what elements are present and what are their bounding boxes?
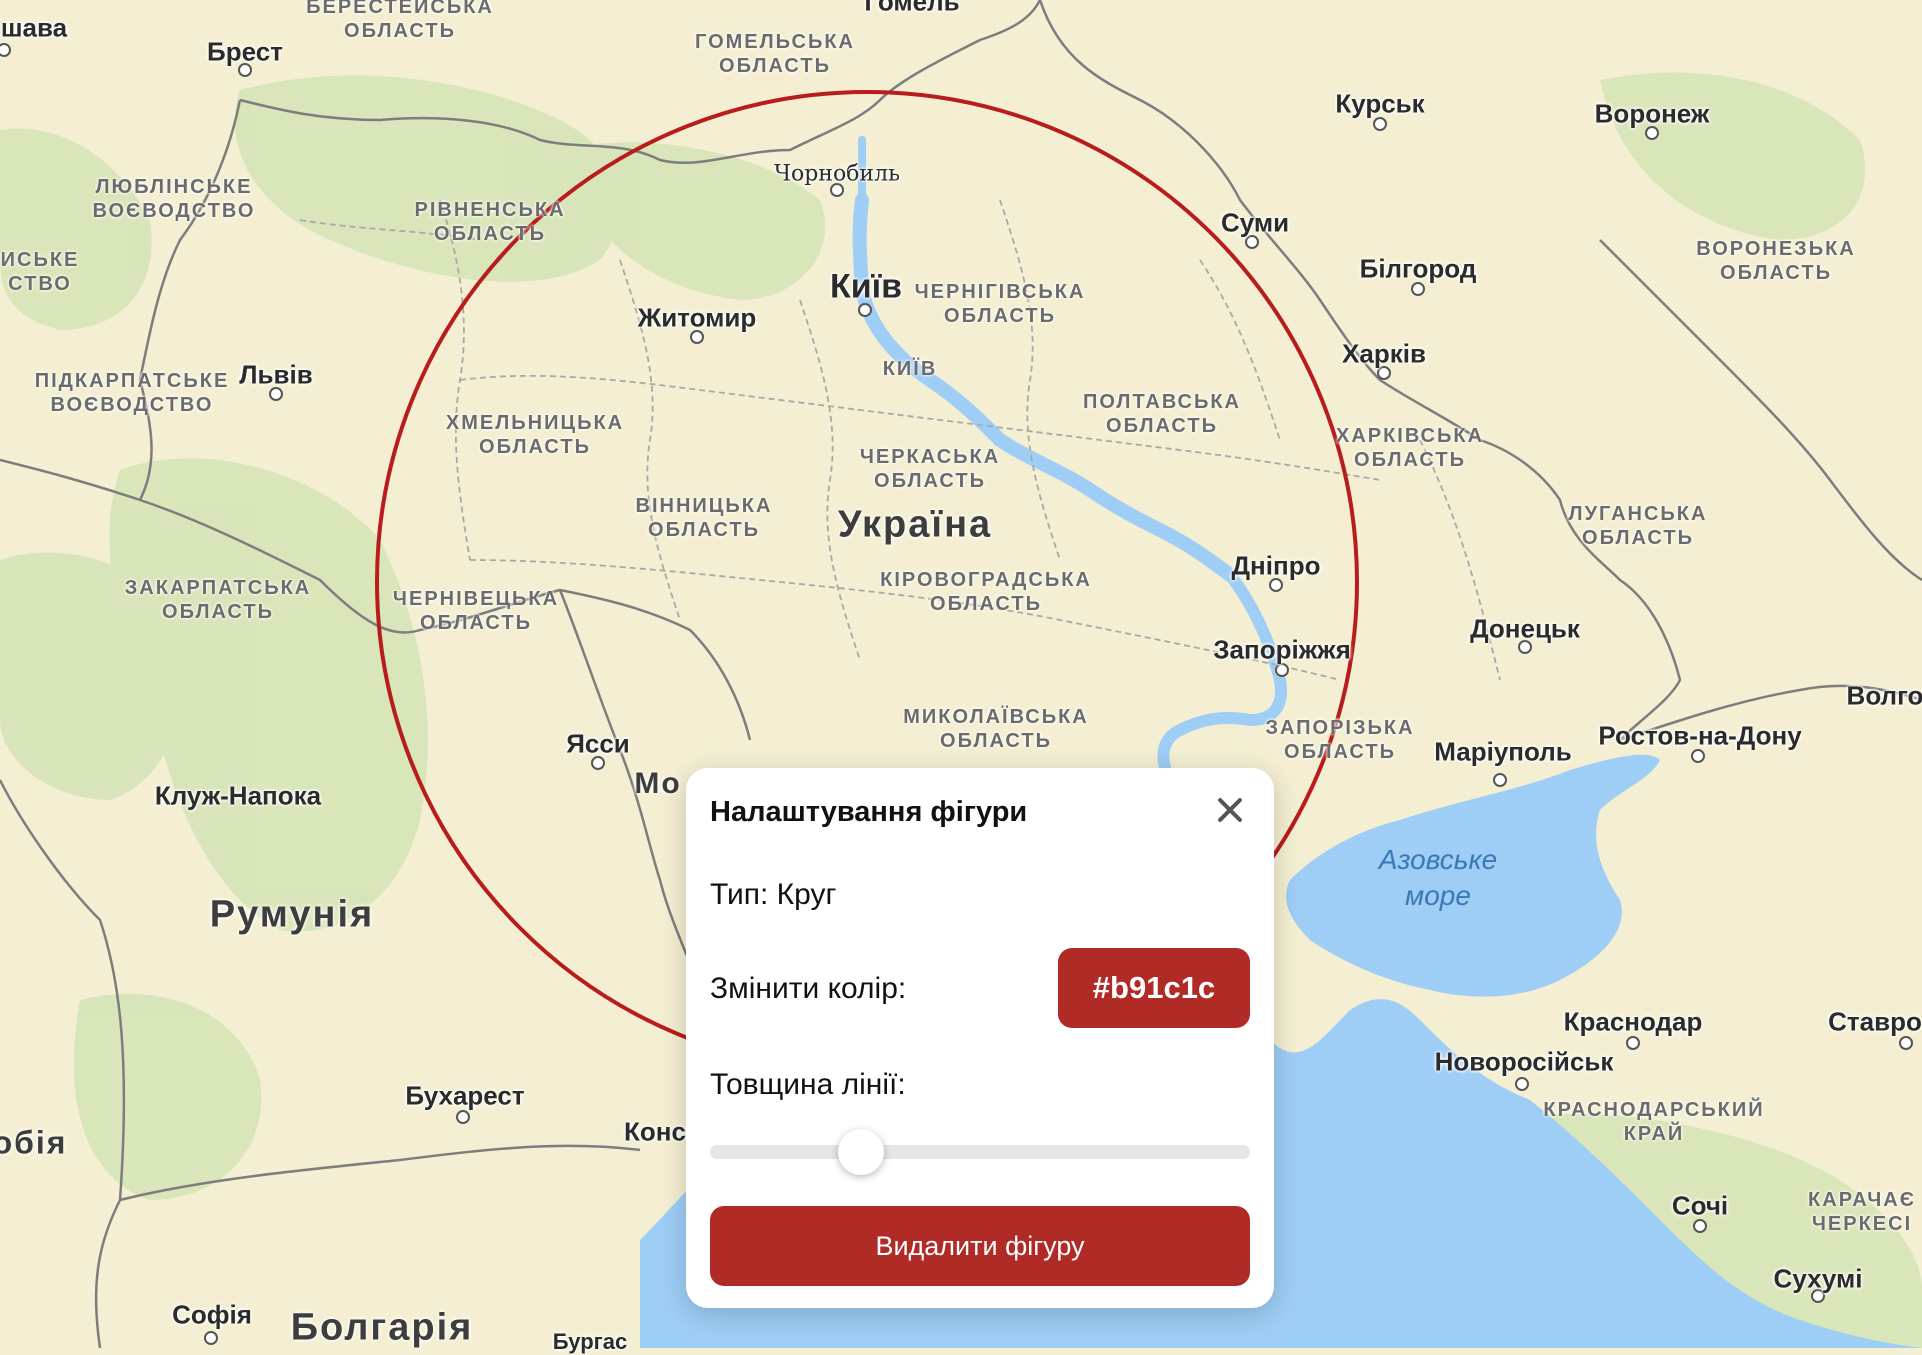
region-label-luhansk: ЛУГАНСЬКА ОБЛАСТЬ bbox=[1568, 503, 1708, 549]
region-label-vinnytsia: ВІННИЦЬКА ОБЛАСТЬ bbox=[635, 495, 773, 541]
city-label-voronezh: Воронеж bbox=[1594, 98, 1710, 129]
region-label-voronezh-oblast: ВОРОНЕЗЬКА ОБЛАСТЬ bbox=[1696, 238, 1856, 284]
slider-track[interactable] bbox=[710, 1145, 1250, 1159]
city-label-mariupol: Маріуполь bbox=[1434, 736, 1572, 767]
region-label-khmelnytskyi: ХМЕЛЬНИЦЬКА ОБЛАСТЬ bbox=[445, 412, 625, 458]
shape-settings-popup: Налаштування фігури Тип: Круг Змінити ко… bbox=[686, 768, 1274, 1308]
region-label-cherkasy: ЧЕРКАСЬКА ОБЛАСТЬ bbox=[859, 446, 1001, 492]
city-label-zaporizhzhia: Запоріжжя bbox=[1213, 634, 1351, 665]
city-label-sukhumi: Сухумі bbox=[1773, 1263, 1863, 1294]
city-label-zhytomyr: Житомир bbox=[637, 302, 757, 333]
city-dot-bucharest bbox=[456, 1110, 470, 1124]
thickness-label: Товщина лінії: bbox=[710, 1068, 906, 1101]
city-label-dnipro: Дніпро bbox=[1231, 550, 1321, 581]
city-label-burgas: Бургас bbox=[552, 1329, 628, 1354]
region-label-rivne: РІВНЕНСЬКА ОБЛАСТЬ bbox=[414, 199, 566, 245]
city-label-sofia: Софія bbox=[172, 1299, 252, 1330]
city-label-sochi: Сочі bbox=[1671, 1190, 1729, 1221]
region-label-kyiv-oblast: КИЇВ bbox=[882, 358, 938, 380]
city-label-chornobyl: Чорнобиль bbox=[773, 161, 901, 187]
region-label-homel-oblast: ГОМЕЛЬСЬКА ОБЛАСТЬ bbox=[694, 31, 856, 77]
region-label-pidkarpattia: ПІДКАРПАТСЬКЕ ВОЄВОДСТВО bbox=[34, 370, 230, 416]
country-label-ukraine: Україна bbox=[837, 503, 993, 546]
country-label-romania: Румунія bbox=[209, 893, 375, 936]
city-label-kyiv: Київ bbox=[829, 267, 903, 306]
region-label-mykolaiv: МИКОЛАЇВСЬКА ОБЛАСТЬ bbox=[903, 706, 1089, 752]
city-label-krasnodar: Краснодар bbox=[1563, 1006, 1703, 1037]
sea-label-azov: Азовське море bbox=[1378, 844, 1498, 911]
color-picker-button[interactable]: #b91c1c bbox=[1058, 948, 1250, 1028]
country-label-serbia: обія bbox=[0, 1124, 68, 1161]
region-label-kirovohrad: КІРОВОГРАДСЬКА ОБЛАСТЬ bbox=[880, 569, 1092, 615]
region-label-brest-oblast: БЕРЕСТЕЙСЬКА ОБЛАСТЬ bbox=[306, 0, 494, 42]
city-label-varshava: шава bbox=[0, 12, 68, 43]
country-label-bulgaria: Болгарія bbox=[290, 1306, 474, 1349]
region-label-zakarpattia: ЗАКАРПАТСЬКА ОБЛАСТЬ bbox=[124, 577, 312, 623]
region-label-zaporizhzhia-oblast: ЗАПОРІЗЬКА ОБЛАСТЬ bbox=[1265, 717, 1415, 763]
city-label-homel: Гомель bbox=[864, 0, 960, 17]
shape-type-text: Тип: Круг bbox=[710, 878, 837, 911]
city-label-cluj: Клуж-Напока bbox=[154, 780, 322, 811]
region-label-lublin: ЛЮБЛІНСЬКЕ ВОЄВОДСТВО bbox=[92, 176, 256, 222]
city-label-rostov: Ростов-на-Дону bbox=[1598, 720, 1802, 751]
city-dot-mariupol bbox=[1493, 773, 1507, 787]
city-label-bucharest: Бухарест bbox=[405, 1080, 525, 1111]
color-label: Змінити колір: bbox=[710, 972, 907, 1005]
city-dot-sofia bbox=[204, 1331, 218, 1345]
city-label-kharkiv: Харків bbox=[1342, 338, 1426, 369]
country-label-moldova: Мо bbox=[634, 767, 682, 800]
popup-title: Налаштування фігури bbox=[710, 796, 1028, 828]
city-label-donetsk: Донецьк bbox=[1470, 613, 1580, 644]
region-label-karachay: КАРАЧАЄ ЧЕРКЕСІ bbox=[1808, 1189, 1916, 1235]
region-label-chernihiv: ЧЕРНІГІВСЬКА ОБЛАСТЬ bbox=[914, 281, 1086, 327]
delete-shape-button[interactable]: Видалити фігуру bbox=[710, 1206, 1250, 1286]
city-label-stavro: Ставро bbox=[1828, 1006, 1922, 1037]
city-label-iasi: Ясси bbox=[566, 728, 630, 759]
region-label-chernivtsi: ЧЕРНІВЕЦЬКА ОБЛАСТЬ bbox=[392, 588, 560, 634]
city-label-volgo: Волго bbox=[1846, 680, 1922, 711]
slider-thumb[interactable] bbox=[838, 1129, 885, 1175]
region-label-kharkiv-oblast: ХАРКІВСЬКА ОБЛАСТЬ bbox=[1335, 425, 1485, 471]
region-label-krasnodar-krai: КРАСНОДАРСЬКИЙ КРАЙ bbox=[1543, 1099, 1765, 1145]
city-label-lviv: Львів bbox=[239, 359, 313, 390]
city-label-sumy: Суми bbox=[1220, 207, 1290, 238]
city-label-kursk: Курськ bbox=[1335, 88, 1425, 119]
region-label-mazovia: ИСЬКЕ СТВО bbox=[0, 249, 80, 295]
city-label-bilhorod: Білгород bbox=[1359, 253, 1477, 284]
city-label-brest: Брест bbox=[207, 36, 283, 67]
close-icon[interactable] bbox=[1210, 790, 1250, 830]
city-dot-stavro bbox=[1899, 1036, 1913, 1050]
city-label-konst: Конс bbox=[624, 1116, 686, 1147]
city-dot-novorossiysk bbox=[1515, 1077, 1529, 1091]
thickness-slider[interactable] bbox=[710, 1129, 1250, 1175]
city-label-novorossiysk: Новоросійськ bbox=[1434, 1046, 1614, 1077]
city-dot-krasnodar bbox=[1626, 1036, 1640, 1050]
region-label-poltava: ПОЛТАВСЬКА ОБЛАСТЬ bbox=[1082, 391, 1242, 437]
